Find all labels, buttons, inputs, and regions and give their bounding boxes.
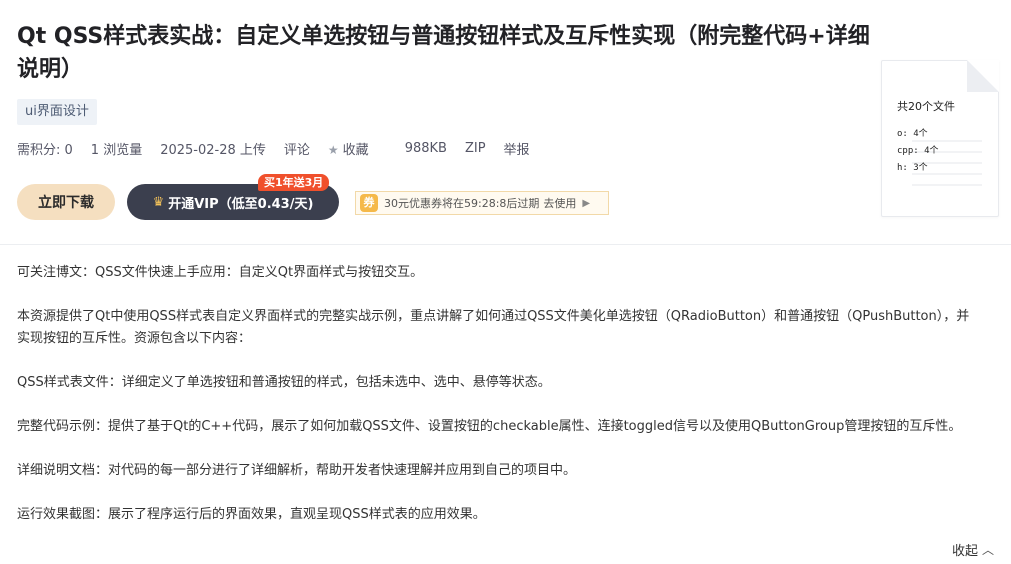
description-paragraph: 完整代码示例：提供了基于Qt的C++代码，展示了如何加载QSS文件、设置按钮的c… bbox=[17, 419, 962, 434]
coupon-banner[interactable]: 券 30元优惠券将在59:28:8后过期 去使用 ▶ bbox=[355, 191, 609, 215]
play-arrow-icon: ▶ bbox=[582, 197, 591, 209]
coupon-text: 30元优惠券将在59:28:8后过期 bbox=[384, 197, 540, 210]
points-text: 需积分: 0 bbox=[17, 142, 73, 158]
meta-bar: 需积分: 0 1 浏览量 2025-02-28 上传 评论 ★ 收藏 988KB … bbox=[17, 138, 548, 158]
star-icon: ★ bbox=[327, 142, 339, 157]
vip-promo-badge: 买1年送3月 bbox=[258, 174, 330, 191]
collect-label: 收藏 bbox=[342, 142, 369, 158]
comment-link[interactable]: 评论 bbox=[284, 139, 310, 158]
coupon-icon: 券 bbox=[360, 194, 378, 212]
file-size-text: 988KB bbox=[404, 140, 447, 156]
description-paragraph: 本资源提供了Qt中使用QSS样式表自定义界面样式的完整实战示例，重点讲解了如何通… bbox=[17, 309, 970, 346]
file-format-text: ZIP bbox=[464, 140, 486, 156]
page-fold-icon bbox=[967, 60, 999, 92]
description-paragraph: 详细说明文档：对代码的每一部分进行了详细解析，帮助开发者快速理解并应用到自己的项… bbox=[17, 463, 577, 478]
file-type-list: o: 4个 cpp: 4个 h: 3个 bbox=[897, 126, 939, 177]
crown-icon: ♛ bbox=[152, 194, 165, 210]
description-body: 可关注博文：QSS文件快速上手应用：自定义Qt界面样式与按钮交互。 本资源提供了… bbox=[17, 262, 977, 548]
upload-date-text: 2025-02-28 上传 bbox=[160, 142, 266, 158]
download-button[interactable]: 立即下载 bbox=[17, 184, 115, 220]
coupon-use-link[interactable]: 去使用 bbox=[543, 195, 576, 211]
page-title: Qt QSS样式表实战：自定义单选按钮与普通按钮样式及互斥性实现（附完整代码+详… bbox=[17, 24, 870, 82]
file-total: 共20个文件 bbox=[897, 100, 955, 113]
category-tag[interactable]: ui界面设计 bbox=[17, 99, 97, 125]
file-summary-card[interactable]: 共20个文件 o: 4个 cpp: 4个 h: 3个 bbox=[881, 60, 999, 217]
report-link[interactable]: 举报 bbox=[504, 139, 530, 158]
section-divider bbox=[0, 244, 1011, 245]
vip-button-label: 开通VIP（低至0.43/天) bbox=[168, 196, 314, 212]
collect-link[interactable]: ★ 收藏 bbox=[328, 139, 387, 158]
description-paragraph: 运行效果截图：展示了程序运行后的界面效果，直观呈现QSS样式表的应用效果。 bbox=[17, 507, 486, 522]
collapse-button[interactable]: 收起 ︿ bbox=[952, 540, 994, 559]
description-paragraph: 可关注博文：QSS文件快速上手应用：自定义Qt界面样式与按钮交互。 bbox=[17, 265, 424, 280]
file-type-item: h: 3个 bbox=[897, 163, 928, 173]
collapse-label: 收起 bbox=[952, 544, 979, 559]
description-paragraph: QSS样式表文件：详细定义了单选按钮和普通按钮的样式，包括未选中、选中、悬停等状… bbox=[17, 375, 551, 390]
file-type-item: cpp: 4个 bbox=[897, 146, 939, 156]
file-type-item: o: 4个 bbox=[897, 129, 928, 139]
views-text: 1 浏览量 bbox=[90, 142, 143, 158]
chevron-up-icon: ︿ bbox=[982, 543, 995, 557]
